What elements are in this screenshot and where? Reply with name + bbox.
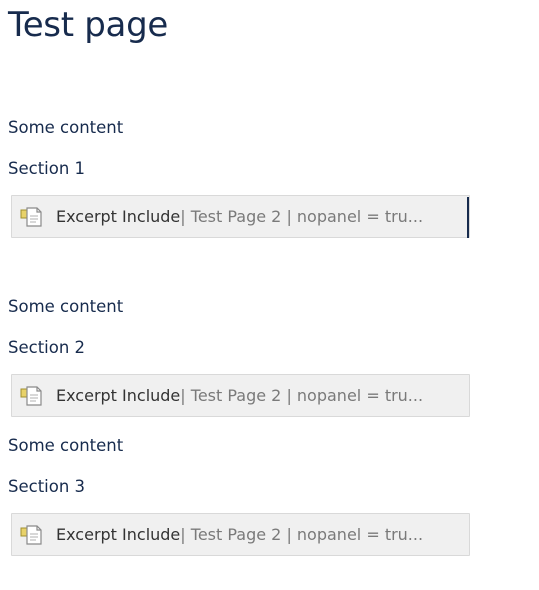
page-title: Test page [8, 5, 168, 45]
excerpt-include-macro[interactable]: Excerpt Include | Test Page 2 | nopanel … [11, 374, 470, 417]
macro-params: | Test Page 2 | nopanel = tru... [180, 525, 424, 544]
section-heading[interactable]: Section 1 [8, 158, 85, 180]
macro-name: Excerpt Include [56, 207, 181, 226]
macro-params: | Test Page 2 | nopanel = tru... [180, 207, 424, 226]
document-excerpt-icon [20, 205, 46, 229]
macro-name: Excerpt Include [56, 525, 181, 544]
text-cursor [467, 197, 469, 238]
excerpt-include-macro[interactable]: Excerpt Include | Test Page 2 | nopanel … [11, 513, 470, 556]
section-heading[interactable]: Section 2 [8, 337, 85, 359]
content-paragraph[interactable]: Some content [8, 117, 123, 139]
section-heading[interactable]: Section 3 [8, 476, 85, 498]
content-paragraph[interactable]: Some content [8, 296, 123, 318]
document-excerpt-icon [20, 523, 46, 547]
document-excerpt-icon [20, 384, 46, 408]
macro-name: Excerpt Include [56, 386, 181, 405]
macro-params: | Test Page 2 | nopanel = tru... [180, 386, 424, 405]
excerpt-include-macro[interactable]: Excerpt Include | Test Page 2 | nopanel … [11, 195, 470, 238]
content-paragraph[interactable]: Some content [8, 435, 123, 457]
